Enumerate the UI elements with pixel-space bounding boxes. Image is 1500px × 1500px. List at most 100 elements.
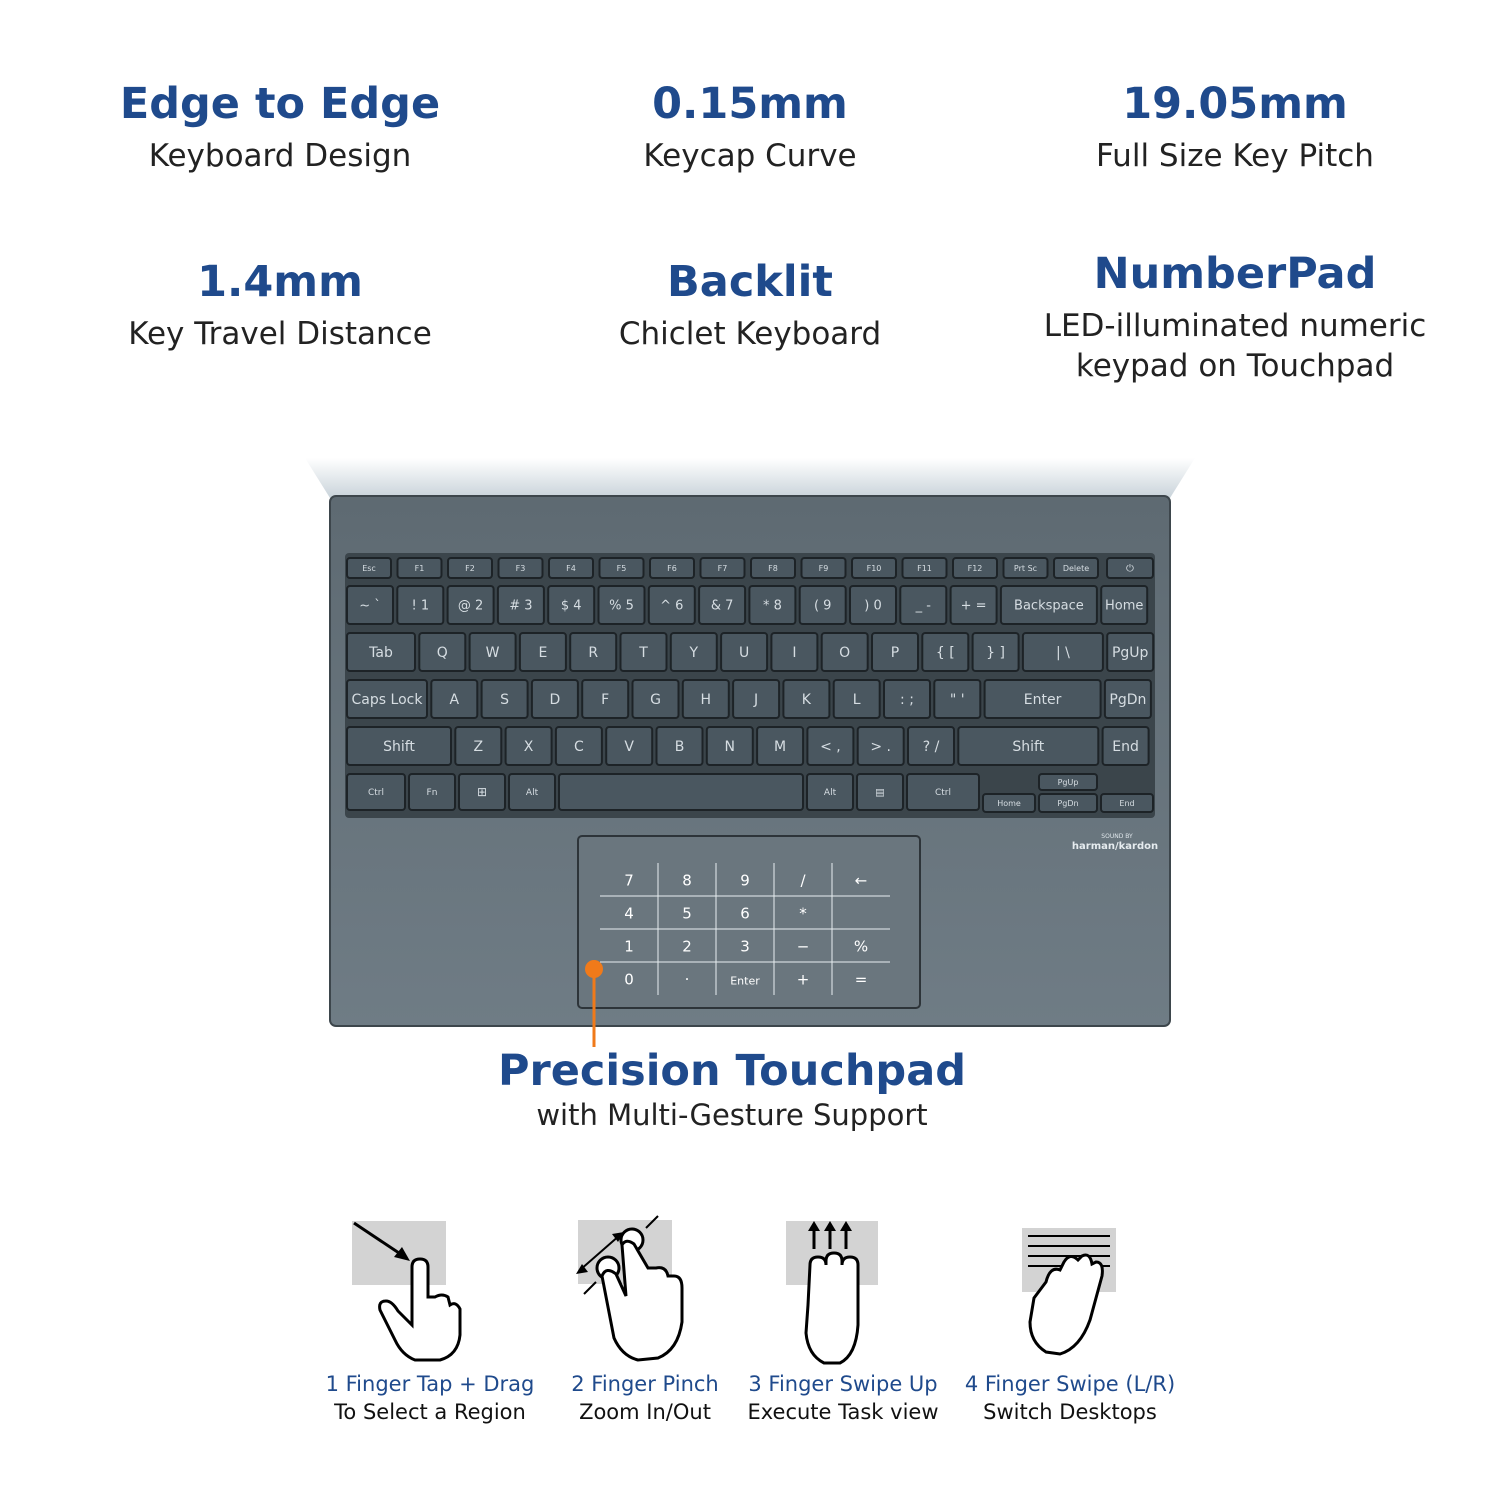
two-finger-pinch-icon (576, 1215, 684, 1362)
brand-line-small: SOUND BY (1101, 833, 1133, 840)
laptop-keyboard-illustration: Esc F1 F2 F3 F4 F5 F6 F7 F8 F9 F10 F11 F12 Prt Sc Dele… (305, 458, 1195, 1033)
fn-row-key-8-label: F8 (768, 564, 778, 573)
numpad-key-2-1[interactable]: 2 (682, 938, 692, 956)
ctrl-right-key-label: Ctrl (935, 788, 951, 798)
gesture-description: Switch Desktops (983, 1400, 1157, 1424)
z-row-key-3-label: C (574, 739, 584, 755)
three-finger-swipe-up-icon (786, 1221, 878, 1365)
windows-key-label: ⊞ (477, 785, 487, 799)
feature-subtitle: Full Size Key Pitch (1096, 138, 1374, 174)
numpad-key-2-0[interactable]: 1 (624, 938, 634, 956)
z-row-key-12-label: End (1112, 739, 1139, 755)
numpad-key-0-1[interactable]: 8 (682, 872, 692, 890)
feature-edge-to-edge: Edge to Edge Keyboard Design (50, 78, 510, 176)
gesture-one-finger: 1 Finger Tap + Drag To Select a Region (320, 1370, 540, 1426)
numpad-key-3-0[interactable]: 0 (624, 971, 634, 989)
q-row-key-3-label: E (538, 645, 547, 661)
z-row-key-1-label: Z (474, 739, 484, 755)
feature-title: 19.05mm (1122, 79, 1348, 129)
a-row-key-7-label: J (753, 692, 758, 708)
num-row-key-9-label: ( 9 (814, 599, 831, 614)
fn-row-key-14-label: Delete (1063, 564, 1089, 573)
fn-row-key-13-label: Prt Sc (1014, 564, 1037, 573)
a-row-key-5-label: G (650, 692, 661, 708)
fn-row-key-10-label: F10 (867, 564, 882, 573)
numpad-key-1-3[interactable]: * (799, 905, 807, 923)
a-row-key-4-label: F (601, 692, 609, 708)
numpad-key-2-4[interactable]: % (854, 938, 868, 956)
a-row-key-9-label: L (853, 692, 861, 708)
fn-row-key-4-label: F4 (566, 564, 576, 573)
numpad-key-2-3[interactable]: − (797, 938, 810, 956)
feature-subtitle: Keycap Curve (643, 138, 857, 174)
z-row-key-6-label: N (725, 739, 735, 755)
a-row-key-12-label: Enter (1024, 692, 1062, 708)
numpad-key-3-3[interactable]: + (797, 971, 810, 989)
feature-numberpad: NumberPad LED-illuminated numeric keypad… (1005, 248, 1465, 386)
feature-key-travel: 1.4mm Key Travel Distance (50, 256, 510, 354)
alt-left-key-label: Alt (526, 788, 539, 798)
q-row-key-8-label: I (792, 645, 796, 661)
feature-title: 0.15mm (652, 79, 848, 129)
q-row-key-6-label: Y (689, 645, 699, 661)
numpad-key-3-2[interactable]: Enter (730, 975, 760, 988)
q-row-key-1-label: Q (437, 645, 448, 661)
pgup-key-label: PgUp (1058, 778, 1079, 787)
numpad-key-0-2[interactable]: 9 (740, 872, 750, 890)
feature-subtitle: Key Travel Distance (128, 316, 432, 352)
touchpad-subtitle: with Multi-Gesture Support (536, 1098, 928, 1132)
num-row-key-4-label: $ 4 (561, 599, 582, 614)
numpad-key-0-4[interactable]: ← (855, 872, 868, 890)
screen-hinge (305, 458, 1195, 498)
spacebar-key[interactable] (558, 773, 804, 811)
fn-row-key-3-label: F3 (516, 564, 526, 573)
z-row-key-8-label: < , (820, 739, 841, 755)
num-row-key-1-label: ! 1 (411, 599, 429, 614)
power-key-label: ⏻ (1126, 564, 1134, 575)
home-key-label: Home (997, 799, 1021, 808)
num-row-key-11-label: _ - (915, 599, 932, 614)
a-row-key-6-label: H (701, 692, 712, 708)
gesture-description: Zoom In/Out (579, 1400, 711, 1424)
z-row-key-5-label: B (675, 739, 685, 755)
z-row-key-9-label: > . (870, 739, 891, 755)
q-row-key-0-label: Tab (368, 645, 393, 661)
end-key-label: End (1119, 799, 1134, 808)
laptop-svg: Esc F1 F2 F3 F4 F5 F6 F7 F8 F9 F10 F11 F12 Prt Sc Dele… (305, 458, 1195, 1027)
q-row-key-7-label: U (739, 645, 749, 661)
q-row-key-13-label: | \ (1056, 645, 1070, 661)
gesture-title: 2 Finger Pinch (571, 1372, 719, 1396)
z-row-key-10-label: ? / (923, 739, 940, 755)
q-row-key-12-label: } ] (986, 645, 1005, 661)
a-row-key-13-label: PgDn (1109, 692, 1146, 708)
num-row-key-13-label: Backspace (1014, 599, 1084, 614)
one-finger-drag-icon (352, 1221, 462, 1362)
fn-row-key-9-label: F9 (819, 564, 829, 573)
numpad-key-3-1[interactable]: · (685, 971, 690, 989)
numpad-key-3-4[interactable]: = (855, 971, 868, 989)
z-row-key-11-label: Shift (1012, 739, 1044, 755)
numpad-key-1-1[interactable]: 5 (682, 905, 692, 923)
z-row-key-2-label: X (524, 739, 534, 755)
gesture-three-finger: 3 Finger Swipe Up Execute Task view (733, 1370, 953, 1426)
numpad-key-1-2[interactable]: 6 (740, 905, 750, 923)
a-row-key-2-label: S (500, 692, 509, 708)
q-row-key-11-label: { [ (936, 645, 955, 661)
feature-subtitle: LED-illuminated numeric keypad on Touchp… (1043, 308, 1427, 384)
a-row-key-11-label: " ' (950, 692, 965, 708)
a-row-key-3-label: D (550, 692, 561, 708)
numpad-key-1-0[interactable]: 4 (624, 905, 634, 923)
fn-row-key-1-label: F1 (415, 564, 425, 573)
pgdn-key-label: PgDn (1057, 799, 1078, 808)
fn-row-key-12-label: F12 (968, 564, 983, 573)
numpad-key-0-0[interactable]: 7 (624, 872, 634, 890)
q-row-key-9-label: O (839, 645, 850, 661)
feature-backlit: Backlit Chiclet Keyboard (520, 256, 980, 354)
num-row-key-0-label: ~ ` (359, 599, 381, 614)
fn-row-key-0-label: Esc (362, 564, 376, 573)
fn-key-label: Fn (427, 788, 438, 798)
numpad-key-2-2[interactable]: 3 (740, 938, 750, 956)
touchpad-callout (585, 960, 603, 1047)
q-row-key-4-label: R (588, 645, 598, 661)
four-finger-swipe-icon (1022, 1228, 1116, 1356)
